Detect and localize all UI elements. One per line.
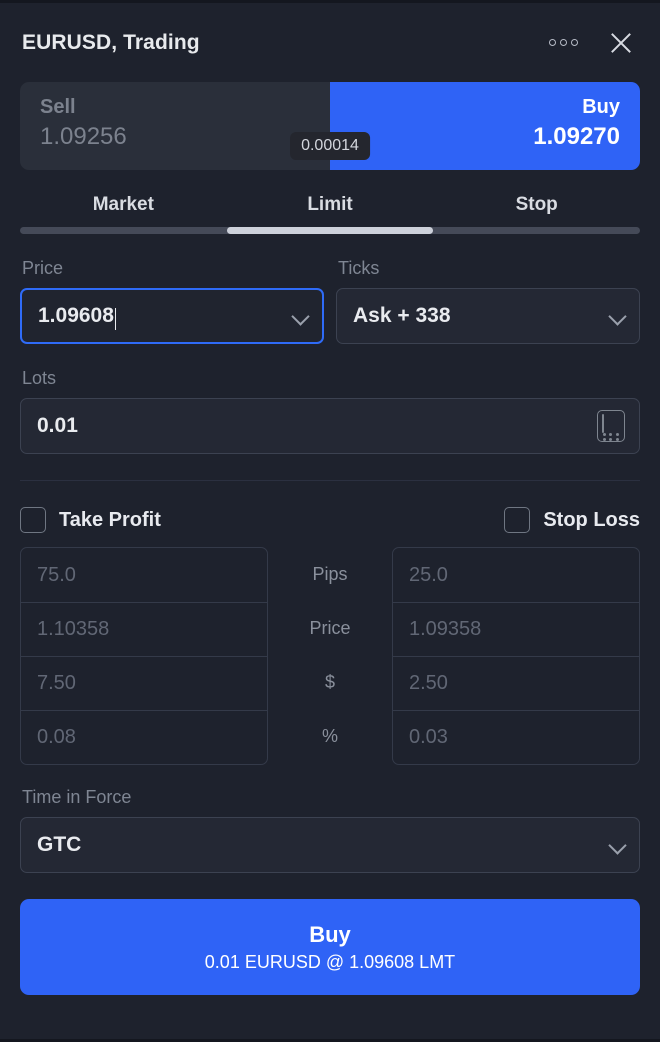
sell-price: 1.09256 (40, 123, 127, 150)
price-label: Price (22, 258, 64, 278)
tab-market[interactable]: Market (20, 187, 227, 227)
take-profit-toggle[interactable]: Take Profit (20, 507, 380, 533)
calculator-icon[interactable] (597, 410, 625, 442)
chevron-down-icon[interactable] (610, 838, 625, 853)
buy-label: Buy (582, 96, 620, 118)
submit-sub-label: 0.01 EURUSD @ 1.09608 LMT (204, 951, 456, 972)
spread-badge: 0.00014 (290, 132, 370, 160)
take-profit-label: Take Profit (59, 508, 161, 531)
time-in-force-select[interactable]: GTC (20, 817, 640, 873)
submit-main-label: Buy (309, 921, 351, 947)
ticks-label: Ticks (338, 258, 380, 278)
close-icon[interactable] (606, 28, 636, 58)
stop-loss-percent-input[interactable]: 0.03 (393, 710, 639, 764)
dot (549, 39, 556, 46)
take-profit-pips-input[interactable]: 75.0 (21, 548, 267, 602)
stop-loss-toggle[interactable]: Stop Loss (380, 507, 640, 533)
label-price: Price (309, 617, 351, 638)
stop-loss-fields: 25.0 1.09358 2.50 0.03 (392, 547, 640, 765)
tab-stop[interactable]: Stop (433, 187, 640, 227)
panel-footer: Time in Force GTC Buy 0.01 EURUSD @ 1.09… (0, 765, 660, 995)
price-value: 1.09608 (38, 304, 114, 327)
ticks-value: Ask + 338 (353, 304, 451, 327)
submit-buy-button[interactable]: Buy 0.01 EURUSD @ 1.09608 LMT (20, 899, 640, 995)
stop-loss-checkbox[interactable] (504, 507, 531, 533)
lots-input[interactable]: 0.01 (20, 398, 640, 454)
stop-loss-pips-input[interactable]: 25.0 (393, 548, 639, 602)
dot (560, 39, 567, 46)
stop-loss-dollars-input[interactable]: 2.50 (393, 656, 639, 710)
lots-label: Lots (22, 368, 57, 388)
buy-price: 1.09270 (533, 123, 620, 150)
label-dollars: $ (324, 671, 335, 692)
tab-limit[interactable]: Limit (227, 187, 434, 227)
time-in-force-value: GTC (37, 833, 82, 856)
order-type-indicator-thumb (226, 227, 434, 234)
header-actions (547, 28, 636, 58)
tp-sl-grid: 75.0 1.10358 7.50 0.08 Pips Price $ % 25… (20, 547, 640, 765)
price-ticks-row: 1.09608 Ask + 338 (20, 288, 640, 344)
calculator-display (602, 414, 604, 433)
label-percent: % (321, 725, 338, 746)
time-in-force-label: Time in Force (22, 787, 132, 807)
order-type-tabs: Market Limit Stop (20, 187, 640, 227)
panel-header: EURUSD, Trading (0, 3, 660, 82)
sell-button[interactable]: Sell 1.09256 (20, 82, 330, 170)
text-caret (114, 308, 117, 330)
tp-sl-row-labels: Pips Price $ % (268, 547, 392, 765)
chevron-down-icon[interactable] (610, 309, 625, 324)
label-pips: Pips (312, 563, 348, 584)
lots-value: 0.01 (37, 414, 78, 437)
quote-row: Sell 1.09256 Buy 1.09270 0.00014 (20, 82, 640, 170)
tp-sl-headers: Take Profit Stop Loss (20, 507, 640, 533)
tp-sl-section: Take Profit Stop Loss 75.0 1.10358 7.50 … (0, 481, 660, 765)
stop-loss-label: Stop Loss (543, 508, 640, 531)
take-profit-fields: 75.0 1.10358 7.50 0.08 (20, 547, 268, 765)
take-profit-dollars-input[interactable]: 7.50 (21, 656, 267, 710)
stop-loss-price-input[interactable]: 1.09358 (393, 602, 639, 656)
page-title: EURUSD, Trading (22, 30, 200, 54)
take-profit-percent-input[interactable]: 0.08 (21, 710, 267, 764)
take-profit-checkbox[interactable] (20, 507, 46, 533)
ticks-input[interactable]: Ask + 338 (336, 288, 640, 344)
more-options-icon[interactable] (547, 33, 580, 52)
price-input[interactable]: 1.09608 (20, 288, 324, 344)
chevron-down-icon[interactable] (293, 309, 308, 324)
order-type-indicator-track[interactable] (20, 227, 640, 234)
order-fields: Price Ticks 1.09608 Ask + 338 Lots 0.01 (0, 234, 660, 481)
trading-panel: EURUSD, Trading Sell 1.09256 Buy 1.09270… (0, 0, 660, 1042)
price-ticks-labels: Price Ticks (20, 234, 640, 288)
sell-label: Sell (40, 96, 76, 118)
buy-quote-button[interactable]: Buy 1.09270 (330, 82, 640, 170)
take-profit-price-input[interactable]: 1.10358 (21, 602, 267, 656)
calculator-keys (602, 433, 620, 441)
dot (571, 39, 578, 46)
